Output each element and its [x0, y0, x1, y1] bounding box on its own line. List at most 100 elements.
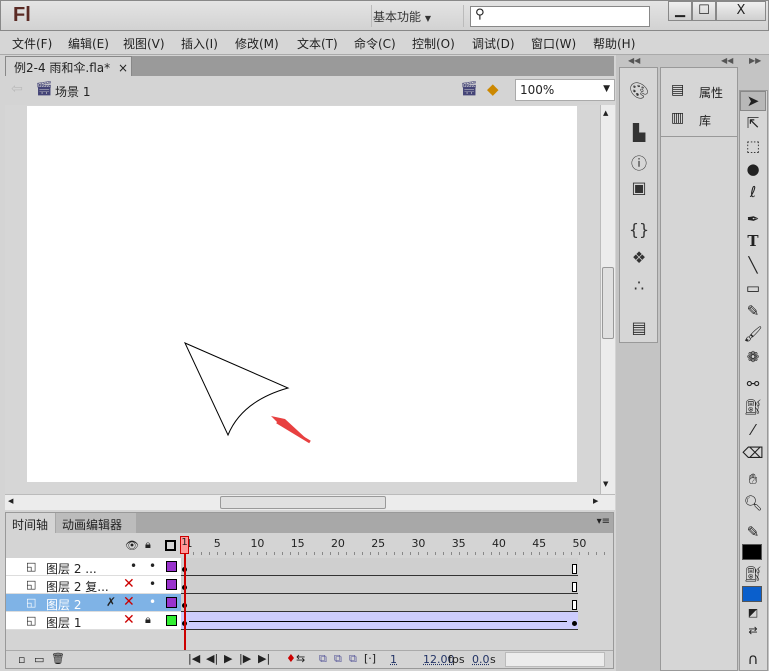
library-panel-button[interactable]: 库	[699, 112, 711, 129]
end-keyframe[interactable]	[572, 621, 577, 626]
stroke-color-swatch[interactable]	[742, 544, 762, 560]
vertical-scroll-thumb[interactable]	[602, 267, 614, 339]
layer-frames[interactable]	[181, 558, 578, 576]
3d-rotation-tool-icon[interactable]: ●	[740, 160, 766, 178]
menu-control[interactable]: 控制(O)	[412, 35, 455, 52]
transform-icon[interactable]: ▣	[625, 178, 653, 197]
hidden-x-icon[interactable]: ✕	[123, 576, 135, 592]
pencil-tool-icon[interactable]: ✎	[740, 302, 766, 320]
edit-symbols-icon[interactable]: ◆	[487, 80, 499, 98]
menu-edit[interactable]: 编辑(E)	[68, 35, 109, 52]
layer-name[interactable]: 图层 2 ...	[46, 560, 97, 577]
end-frame[interactable]	[572, 564, 577, 574]
last-frame-icon[interactable]: ▶|	[258, 652, 270, 665]
hidden-x-icon[interactable]: ✕	[123, 612, 135, 628]
layer-name[interactable]: 图层 1	[46, 614, 81, 631]
scroll-up-icon[interactable]: ▲	[603, 109, 608, 117]
new-folder-icon[interactable]: ▭	[34, 653, 44, 666]
layer-color-box[interactable]	[166, 615, 177, 626]
horizontal-scrollbar[interactable]: ◀ ▶	[5, 494, 615, 510]
tab-timeline[interactable]: 时间轴	[6, 513, 55, 533]
expand-icon[interactable]: ▶▶	[749, 56, 761, 65]
tab-motion-editor[interactable]: 动画编辑器	[56, 513, 136, 533]
menu-commands[interactable]: 命令(C)	[354, 35, 396, 52]
close-tab-icon[interactable]: ×	[118, 61, 128, 75]
layer-color-box[interactable]	[166, 579, 177, 590]
menu-modify[interactable]: 修改(M)	[235, 35, 279, 52]
maximize-button[interactable]: ☐	[692, 1, 716, 21]
collapse-icon[interactable]: ◀◀	[721, 56, 733, 65]
center-frame-icon[interactable]: ♦	[286, 652, 296, 665]
swap-colors-icon[interactable]: ⇄	[740, 624, 766, 637]
first-frame-icon[interactable]: |◀	[188, 652, 200, 665]
unlocked-dot[interactable]: •	[149, 559, 156, 573]
text-tool-icon[interactable]: T	[740, 232, 766, 250]
next-frame-icon[interactable]: |▶	[239, 652, 251, 665]
loop-icon[interactable]: ⇆	[296, 652, 305, 665]
hidden-x-icon[interactable]: ✕	[123, 594, 135, 610]
eye-icon[interactable]: 👁︎	[125, 539, 139, 552]
visible-dot[interactable]: •	[130, 559, 137, 573]
menu-file[interactable]: 文件(F)	[12, 35, 52, 52]
close-button[interactable]: X	[716, 1, 766, 21]
menu-view[interactable]: 视图(V)	[123, 35, 165, 52]
paint-bucket-tool-icon[interactable]: ⛽︎	[740, 398, 766, 416]
motion-presets-icon[interactable]: ∴	[625, 276, 653, 295]
free-transform-tool-icon[interactable]: ⬚	[740, 137, 766, 155]
minimize-button[interactable]: ▁	[668, 1, 692, 21]
rectangle-tool-icon[interactable]: ▭	[740, 279, 766, 297]
hand-tool-icon[interactable]: ✋︎	[740, 470, 766, 488]
layer-row[interactable]: ◱ 图层 2 复... ✕ •	[6, 576, 181, 594]
menu-insert[interactable]: 插入(I)	[181, 35, 218, 52]
delete-layer-icon[interactable]: 🗑︎	[51, 652, 65, 665]
onion-skin-icon[interactable]: ⧉	[319, 652, 327, 666]
elapsed-time[interactable]: 0.0	[472, 653, 490, 666]
play-icon[interactable]: ▶	[224, 652, 232, 665]
layer-name[interactable]: 图层 2 复...	[46, 578, 109, 595]
timeline-hscrollbar[interactable]	[505, 652, 605, 667]
lock-icon[interactable]: 🔒︎	[145, 613, 151, 627]
zoom-tool-icon[interactable]: 🔍︎	[740, 494, 766, 512]
edit-scene-icon[interactable]: 🎬︎	[460, 81, 478, 97]
search-input[interactable]: ⚲	[470, 6, 650, 27]
line-tool-icon[interactable]: ╲	[740, 256, 766, 274]
align-icon[interactable]: ▙	[625, 123, 653, 142]
menu-help[interactable]: 帮助(H)	[593, 35, 635, 52]
layer-color-box[interactable]	[166, 597, 177, 608]
outline-icon[interactable]	[165, 540, 176, 551]
color-palette-icon[interactable]: 🎨︎	[625, 81, 653, 100]
edit-multiple-frames-icon[interactable]: ⧉	[349, 652, 357, 666]
layer-frames[interactable]	[181, 594, 578, 612]
layer-frames[interactable]	[181, 576, 578, 594]
project-icon[interactable]: ▤	[625, 318, 653, 337]
eraser-tool-icon[interactable]: ⌫	[740, 444, 766, 462]
lasso-tool-icon[interactable]: ℓ	[740, 183, 766, 201]
onion-markers-icon[interactable]: [·]	[364, 652, 376, 665]
vertical-scrollbar[interactable]: ▲ ▼	[600, 105, 615, 494]
scroll-down-icon[interactable]: ▼	[603, 480, 608, 488]
panel-menu-icon[interactable]: ▾≡	[597, 516, 610, 527]
bone-tool-icon[interactable]: ⚯	[740, 375, 766, 393]
lock-icon[interactable]: 🔒︎	[145, 538, 151, 552]
collapse-icon[interactable]: ◀◀	[628, 56, 640, 65]
layer-name[interactable]: 图层 2	[46, 596, 81, 613]
menu-debug[interactable]: 调试(D)	[472, 35, 515, 52]
properties-panel-button[interactable]: 属性	[699, 84, 723, 101]
zoom-select[interactable]: 100% ▼	[515, 79, 615, 101]
end-frame[interactable]	[572, 582, 577, 592]
black-white-icon[interactable]: ◩	[740, 606, 766, 619]
frame-ruler[interactable]: 1 5 10 15 20 25 30 35 40 45 50	[181, 535, 613, 557]
unlocked-dot[interactable]: •	[149, 577, 156, 591]
scroll-right-icon[interactable]: ▶	[593, 497, 598, 505]
selection-tool-icon[interactable]: ➤	[740, 91, 766, 111]
actions-icon[interactable]: {}	[625, 220, 653, 239]
end-frame[interactable]	[572, 600, 577, 610]
snap-magnet-icon[interactable]: ∩	[740, 650, 766, 668]
deco-tool-icon[interactable]: ❁	[740, 348, 766, 366]
layer-frames[interactable]	[181, 612, 578, 630]
onion-outline-icon[interactable]: ⧉	[334, 652, 342, 666]
document-tab[interactable]: 例2-4 雨和伞.fla* ×	[5, 56, 132, 76]
playhead[interactable]	[184, 537, 186, 667]
workspace-switcher[interactable]: 基本功能 ▼	[373, 8, 431, 25]
subselection-tool-icon[interactable]: ⇱	[740, 114, 766, 132]
